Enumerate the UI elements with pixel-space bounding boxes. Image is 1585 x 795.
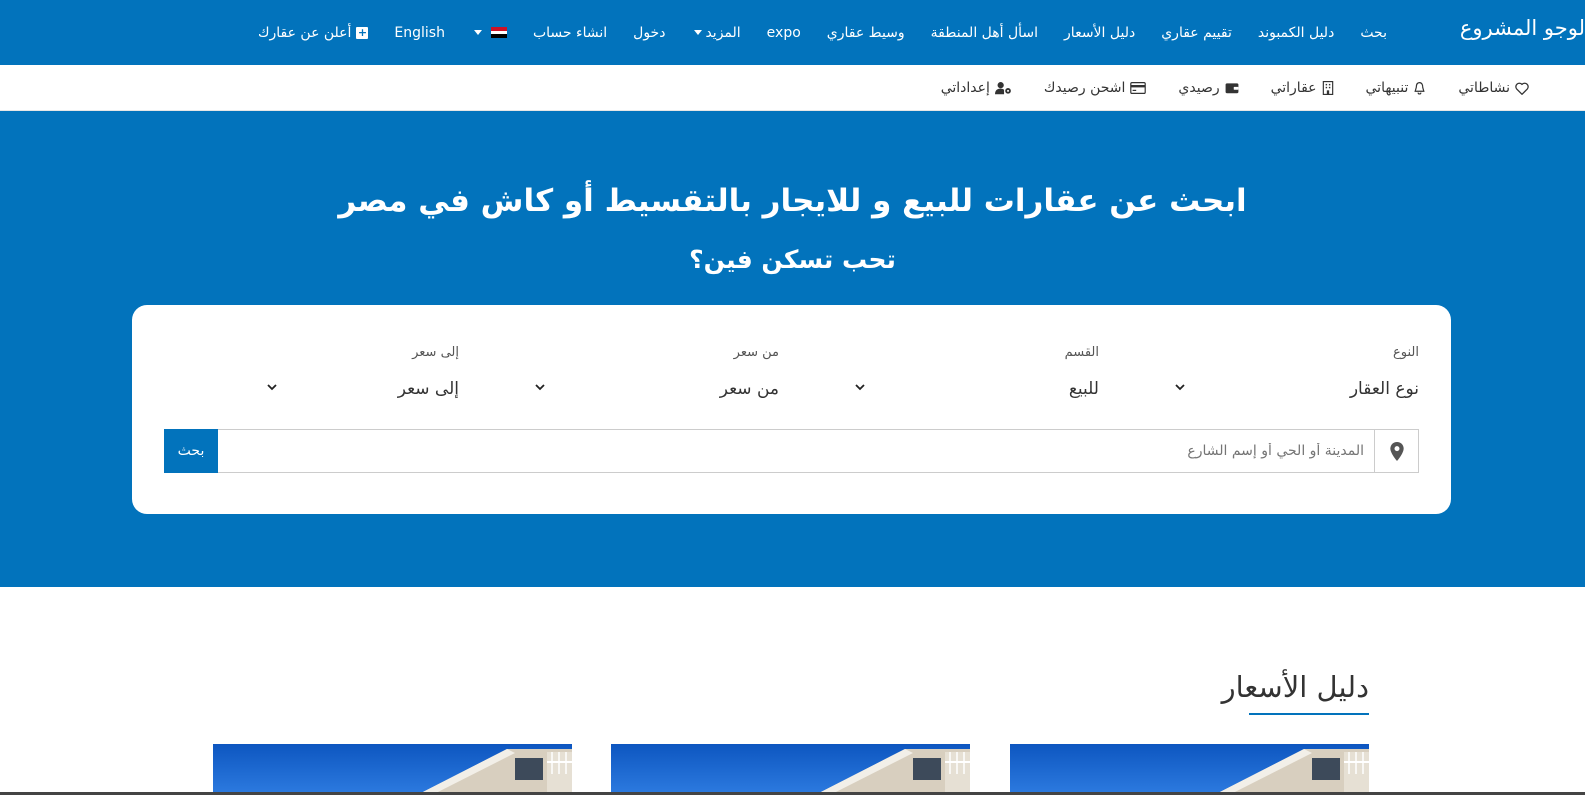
min-price-label: من سعر xyxy=(733,345,779,360)
nav-price-guide[interactable]: دليل الأسعار xyxy=(1051,25,1148,41)
subnav-my-properties-label: عقاراتي xyxy=(1270,80,1317,96)
location-pin-icon xyxy=(1374,430,1418,472)
hero-subtitle: تحب تسكن فين؟ xyxy=(689,245,896,274)
user-gear-icon xyxy=(994,82,1011,95)
caret-down-icon xyxy=(473,30,482,35)
nav-login[interactable]: دخول xyxy=(620,25,678,41)
subnav-topup-label: اشحن رصيدك xyxy=(1043,80,1126,96)
chevron-down-icon xyxy=(267,384,277,391)
chevron-down-icon xyxy=(855,384,865,391)
price-guide-card-image[interactable] xyxy=(213,744,572,795)
building-icon xyxy=(1322,81,1333,95)
chevron-down-icon xyxy=(1175,384,1185,391)
location-search-bar: بحث xyxy=(164,429,1419,473)
subnav-alerts[interactable]: تنبيهاتي xyxy=(1350,80,1443,96)
price-guide-heading: دليل الأسعار xyxy=(1221,670,1369,704)
min-price-select[interactable]: من سعر من سعر xyxy=(535,345,779,415)
subnav-my-properties[interactable]: عقاراتي xyxy=(1255,80,1350,96)
wallet-icon xyxy=(1225,83,1239,94)
user-subnav: نشاطاتي تنبيهاتي عقاراتي رصيدي اشحن رصيد… xyxy=(0,65,1585,111)
nav-broker[interactable]: وسيط عقاري xyxy=(814,25,918,41)
nav-expo[interactable]: expo xyxy=(754,25,814,41)
max-price-label: إلى سعر xyxy=(412,345,459,360)
nav-search[interactable]: بحث xyxy=(1347,25,1400,41)
nav-register[interactable]: انشاء حساب xyxy=(520,25,620,41)
price-guide-card-image[interactable] xyxy=(611,744,970,795)
hero-section: ابحث عن عقارات للبيع و للايجار بالتقسيط … xyxy=(0,111,1585,587)
subnav-balance-label: رصيدي xyxy=(1178,80,1220,96)
category-select[interactable]: القسم للبيع xyxy=(855,345,1099,415)
subnav-balance[interactable]: رصيدي xyxy=(1162,80,1254,96)
hero-title: ابحث عن عقارات للبيع و للايجار بالتقسيط … xyxy=(338,183,1247,219)
language-flag-dropdown[interactable] xyxy=(458,27,520,38)
chevron-down-icon xyxy=(535,384,545,391)
heart-icon xyxy=(1515,82,1529,95)
caret-down-icon xyxy=(694,30,703,35)
search-button[interactable]: بحث xyxy=(164,429,218,473)
max-price-select[interactable]: إلى سعر إلى سعر xyxy=(267,345,459,415)
building-photo xyxy=(1214,749,1369,795)
building-photo xyxy=(417,749,572,795)
nav-post-ad-label: أعلن عن عقارك xyxy=(257,24,352,41)
subnav-topup[interactable]: اشحن رصيدك xyxy=(1028,80,1163,96)
egypt-flag-icon xyxy=(490,27,507,38)
category-label: القسم xyxy=(1064,345,1099,360)
subnav-settings-label: إعداداتي xyxy=(940,80,990,96)
building-photo xyxy=(815,749,970,795)
property-type-label: النوع xyxy=(1393,345,1419,360)
location-search-input[interactable] xyxy=(218,430,1374,472)
subnav-activities[interactable]: نشاطاتي xyxy=(1442,80,1545,96)
nav-ask-locals[interactable]: اسأل أهل المنطقة xyxy=(918,25,1051,41)
search-card: النوع نوع العقار القسم للبيع من سعر من س… xyxy=(132,305,1451,514)
site-logo[interactable]: لوجو المشروع xyxy=(1460,16,1585,40)
bell-icon xyxy=(1414,82,1425,95)
nav-more-dropdown[interactable]: المزيد xyxy=(678,25,753,41)
subnav-alerts-label: تنبيهاتي xyxy=(1365,80,1409,96)
category-value: للبيع xyxy=(1068,379,1099,399)
subnav-activities-label: نشاطاتي xyxy=(1458,80,1510,96)
nav-post-ad[interactable]: + أعلن عن عقارك xyxy=(245,25,381,41)
nav-english[interactable]: English xyxy=(381,25,458,41)
heading-underline xyxy=(1249,713,1369,715)
main-nav: بحث دليل الكمبوند تقييم عقاري دليل الأسع… xyxy=(245,0,1400,65)
credit-card-icon xyxy=(1130,82,1147,94)
property-type-select[interactable]: النوع نوع العقار xyxy=(1175,345,1419,415)
nav-compound-guide[interactable]: دليل الكمبوند xyxy=(1245,25,1347,41)
subnav-settings[interactable]: إعداداتي xyxy=(925,80,1028,96)
plus-square-icon: + xyxy=(356,25,369,39)
price-guide-card-image[interactable] xyxy=(1010,744,1369,795)
min-price-value: من سعر xyxy=(719,379,779,399)
max-price-value: إلى سعر xyxy=(397,379,459,399)
property-type-value: نوع العقار xyxy=(1349,379,1419,399)
top-navbar: لوجو المشروع بحث دليل الكمبوند تقييم عقا… xyxy=(0,0,1585,65)
nav-more-label: المزيد xyxy=(705,24,741,41)
nav-valuation[interactable]: تقييم عقاري xyxy=(1148,25,1245,41)
